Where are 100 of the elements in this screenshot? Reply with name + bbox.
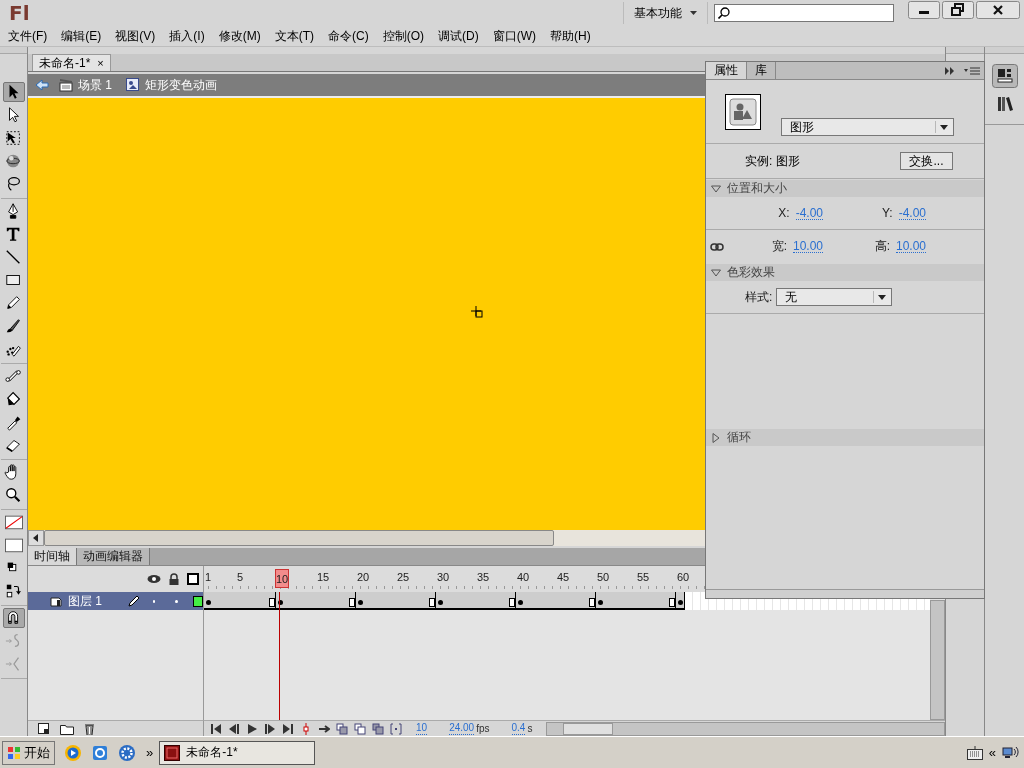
- collapse-icon[interactable]: [944, 66, 956, 75]
- horizontal-scrollbar[interactable]: [546, 721, 945, 736]
- menu-item[interactable]: 修改(M): [214, 27, 267, 45]
- horizontal-scrollbar[interactable]: [28, 530, 705, 546]
- dropdown-arrow-icon: [935, 121, 951, 133]
- panel-tab[interactable]: 库: [747, 62, 776, 79]
- section-header[interactable]: 色彩效果: [706, 264, 984, 281]
- taskbar-button[interactable]: 未命名-1*: [159, 740, 316, 765]
- menu-item[interactable]: 帮助(H): [546, 27, 597, 45]
- panel-menu-icon[interactable]: [964, 66, 980, 75]
- field-label: Y:: [881, 206, 893, 220]
- network-icon[interactable]: [1002, 744, 1020, 761]
- center-frame-icon[interactable]: [300, 722, 312, 735]
- trash-icon[interactable]: [84, 722, 95, 735]
- minimize-button[interactable]: [908, 1, 940, 19]
- gear-icon[interactable]: [118, 743, 136, 762]
- close-button[interactable]: [976, 1, 1020, 19]
- back-arrow-icon[interactable]: [35, 79, 49, 91]
- pencil-icon[interactable]: [127, 595, 140, 607]
- frame-number: 55: [637, 571, 650, 583]
- frame-number: 20: [357, 571, 370, 583]
- symbol-type-dropdown[interactable]: 图形: [781, 118, 954, 136]
- expanded-triangle-icon: [711, 267, 721, 278]
- menu-item[interactable]: 窗口(W): [488, 27, 542, 45]
- current-frame-field[interactable]: 10: [416, 722, 428, 735]
- vertical-scrollbar[interactable]: [930, 600, 945, 720]
- document-tab[interactable]: 未命名-1* ×: [32, 54, 111, 71]
- panel-tab[interactable]: 动画编辑器: [77, 548, 150, 565]
- panel-tab[interactable]: 属性: [706, 62, 747, 79]
- layer-color-swatch[interactable]: [192, 595, 203, 607]
- last-frame-icon[interactable]: [282, 722, 294, 735]
- link-icon[interactable]: [710, 242, 724, 251]
- layer-row[interactable]: 图层 1: [28, 592, 203, 610]
- magnet-icon[interactable]: [2, 608, 25, 628]
- frame-rate-field[interactable]: 24.00: [449, 722, 475, 735]
- close-tab-button[interactable]: ×: [97, 57, 104, 69]
- visibility-dot[interactable]: [152, 599, 156, 603]
- properties-icon[interactable]: [991, 64, 1018, 88]
- search-field[interactable]: [714, 4, 894, 22]
- section-header[interactable]: 位置和大小: [706, 180, 984, 197]
- flag-icon: [7, 745, 21, 760]
- browser-icon[interactable]: [91, 743, 109, 762]
- frame-number: 35: [477, 571, 490, 583]
- menu-item[interactable]: 文件(F): [4, 27, 54, 45]
- media-player-icon[interactable]: [64, 743, 82, 762]
- panel-tab[interactable]: 时间轴: [28, 548, 77, 565]
- loop-icon[interactable]: [318, 722, 330, 735]
- breadcrumb-link[interactable]: 矩形变色动画: [145, 76, 217, 94]
- menu-item[interactable]: 插入(I): [165, 27, 211, 45]
- expanded-triangle-icon: [711, 183, 721, 194]
- play-icon[interactable]: [246, 722, 258, 735]
- start-button[interactable]: 开始: [2, 740, 55, 765]
- menu-item[interactable]: 命令(C): [324, 27, 375, 45]
- first-frame-icon[interactable]: [210, 722, 222, 735]
- onion-skin-icon[interactable]: [336, 722, 348, 735]
- lock-icon[interactable]: [169, 573, 179, 585]
- playhead[interactable]: 10: [275, 569, 290, 588]
- menu-item[interactable]: 调试(D): [434, 27, 485, 45]
- app-logo: Fl: [9, 2, 30, 24]
- eye-icon[interactable]: [147, 574, 161, 584]
- value-field[interactable]: -4.00: [898, 206, 926, 220]
- frame-number: 25: [397, 571, 410, 583]
- edit-frames-icon[interactable]: [372, 722, 384, 735]
- instance-label: 实例:: [745, 152, 773, 170]
- more-button[interactable]: »: [146, 745, 154, 760]
- menu-item[interactable]: 视图(V): [111, 27, 162, 45]
- swap-button[interactable]: 交换...: [900, 152, 953, 170]
- field-label: 宽:: [771, 238, 787, 255]
- onion-markers-icon[interactable]: [390, 722, 402, 735]
- resize-grip[interactable]: [706, 589, 984, 598]
- field-label: 高:: [874, 238, 890, 255]
- scroll-left-icon[interactable]: [28, 530, 44, 546]
- menu-item[interactable]: 文本(T): [270, 27, 320, 45]
- section-header[interactable]: 循环: [706, 429, 984, 446]
- field-label: 样式:: [745, 288, 773, 306]
- clapper-icon: [59, 78, 73, 92]
- field-label: X:: [778, 206, 790, 220]
- step-back-icon[interactable]: [228, 722, 240, 735]
- frame-number: 45: [557, 571, 570, 583]
- keyboard-icon[interactable]: [966, 745, 983, 760]
- search-icon: [718, 7, 730, 19]
- crosshair-cursor-icon: [471, 306, 483, 318]
- menu-item[interactable]: 编辑(E): [57, 27, 108, 45]
- show-hidden-icons-button[interactable]: «: [988, 745, 996, 760]
- outline-icon[interactable]: [187, 573, 199, 585]
- breadcrumb-link[interactable]: 场景 1: [78, 76, 112, 94]
- caret-icon: [690, 11, 697, 15]
- frame-number: 30: [437, 571, 450, 583]
- step-forward-icon[interactable]: [264, 722, 276, 735]
- new-layer-icon[interactable]: [38, 722, 50, 735]
- style-dropdown[interactable]: 无: [776, 288, 893, 306]
- instance-value: 图形: [776, 152, 801, 170]
- graphic-symbol-icon: [725, 94, 761, 130]
- menu-item[interactable]: 控制(O): [378, 27, 430, 45]
- value-field[interactable]: -4.00: [795, 206, 823, 220]
- onion-outline-icon[interactable]: [354, 722, 366, 735]
- workspace-switcher[interactable]: 基本功能: [623, 2, 708, 24]
- lock-dot[interactable]: [175, 599, 178, 603]
- frame-number: 50: [597, 571, 610, 583]
- restore-button[interactable]: [942, 1, 974, 19]
